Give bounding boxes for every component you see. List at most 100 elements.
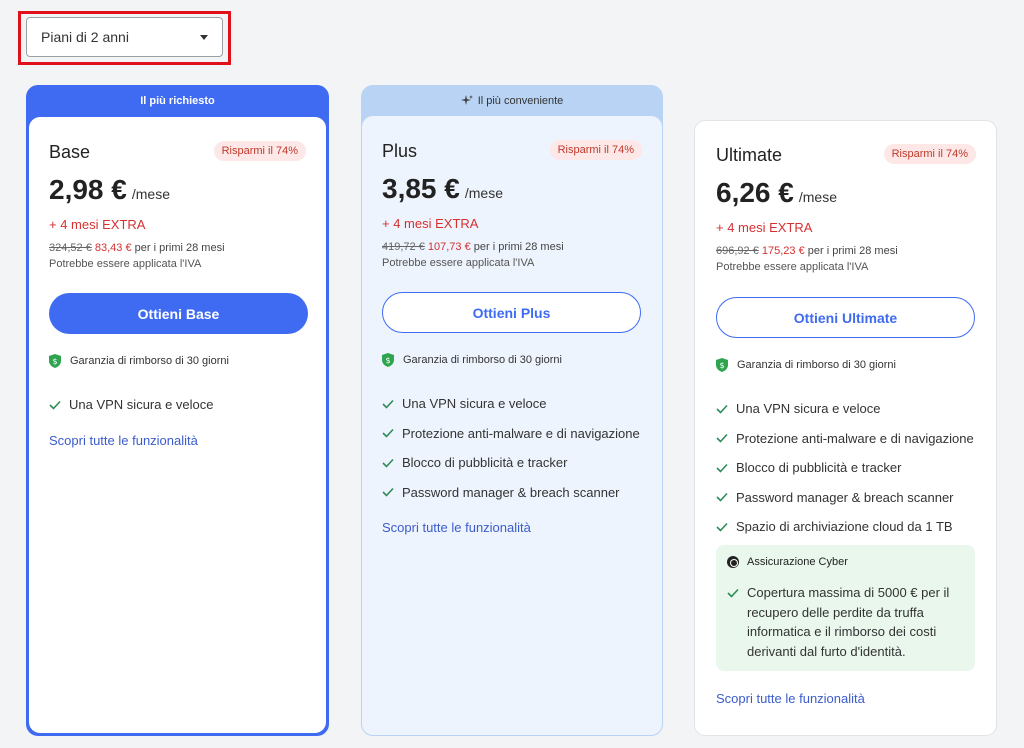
- insurance-badge-icon: [727, 556, 739, 568]
- cyber-text: Copertura massima di 5000 € per il recup…: [747, 585, 950, 659]
- guarantee-text: Garanzia di rimborso di 30 giorni: [737, 359, 896, 371]
- feature-item: Password manager & breach scanner: [716, 483, 974, 513]
- check-icon: [727, 588, 739, 598]
- old-total: 696,92 €: [716, 245, 759, 257]
- check-icon: [382, 429, 394, 438]
- plan-price: 2,98 € /mese: [49, 174, 170, 206]
- feature-text: Una VPN sicura e veloce: [736, 401, 881, 417]
- feature-list: Una VPN sicura e veloce: [49, 390, 214, 420]
- feature-item: Password manager & breach scanner: [382, 478, 640, 508]
- plan-header-label: Il più richiesto: [140, 95, 215, 107]
- savings-badge: Risparmi il 74%: [883, 144, 976, 164]
- total-price: 696,92 € 175,23 € per i primi 28 mesi: [716, 245, 898, 257]
- feature-item: Blocco di pubblicità e tracker: [382, 448, 640, 478]
- plan-name: Plus: [382, 141, 418, 161]
- money-back-guarantee: $ Garanzia di rimborso di 30 giorni: [382, 353, 562, 367]
- vat-note: Potrebbe essere applicata l'IVA: [49, 258, 202, 270]
- feature-item: Protezione anti-malware e di navigazione: [382, 419, 640, 449]
- price-amount: 2,98 €: [49, 174, 127, 205]
- cyber-insurance-title: Assicurazione Cyber: [727, 556, 848, 568]
- price-unit: /mese: [131, 186, 170, 202]
- extra-months: + 4 mesi EXTRA: [382, 216, 479, 231]
- guarantee-text: Garanzia di rimborso di 30 giorni: [403, 354, 562, 366]
- shield-icon: $: [382, 353, 394, 367]
- feature-text: Protezione anti-malware e di navigazione: [736, 430, 974, 446]
- savings-badge: Risparmi il 74%: [213, 141, 306, 161]
- svg-text:$: $: [52, 357, 57, 366]
- check-icon: [716, 522, 728, 532]
- feature-item: Protezione anti-malware e di navigazione: [716, 424, 974, 454]
- check-icon: [382, 399, 394, 409]
- feature-list: Una VPN sicura e veloce Protezione anti-…: [716, 394, 974, 542]
- check-icon: [716, 463, 728, 473]
- plan-price: 3,85 € /mese: [382, 173, 503, 205]
- plan-name: Base: [49, 142, 91, 162]
- svg-text:$: $: [719, 361, 724, 370]
- chevron-down-icon: [200, 34, 208, 40]
- plan-header-label: Il più conveniente: [477, 94, 564, 107]
- cyber-title-text: Assicurazione Cyber: [747, 556, 848, 568]
- feature-list: Una VPN sicura e veloce Protezione anti-…: [382, 389, 640, 507]
- svg-text:$: $: [385, 356, 390, 365]
- money-back-guarantee: $ Garanzia di rimborso di 30 giorni: [49, 354, 229, 368]
- savings-badge: Risparmi il 74%: [549, 140, 642, 160]
- price-unit: /mese: [798, 189, 837, 205]
- price-unit: /mese: [464, 185, 503, 201]
- check-icon: [49, 400, 61, 410]
- feature-item: Una VPN sicura e veloce: [382, 389, 640, 419]
- price-amount: 3,85 €: [382, 173, 460, 204]
- shield-icon: $: [49, 354, 61, 368]
- check-icon: [716, 434, 728, 443]
- feature-text: Protezione anti-malware e di navigazione: [402, 425, 640, 441]
- guarantee-text: Garanzia di rimborso di 30 giorni: [70, 355, 229, 367]
- feature-text: Spazio di archiviazione cloud da 1 TB: [736, 519, 953, 535]
- feature-item: Una VPN sicura e veloce: [716, 394, 974, 424]
- feature-item: Una VPN sicura e veloce: [49, 390, 214, 420]
- period-select-value: Piani di 2 anni: [41, 29, 129, 45]
- feature-text: Una VPN sicura e veloce: [69, 397, 214, 413]
- feature-item: Blocco di pubblicità e tracker: [716, 453, 974, 483]
- see-all-features-link[interactable]: Scopri tutte le funzionalità: [382, 520, 531, 535]
- feature-text: Password manager & breach scanner: [736, 489, 954, 505]
- plan-header-plus: Il più conveniente: [361, 85, 663, 116]
- feature-text: Password manager & breach scanner: [402, 484, 620, 500]
- plan-price: 6,26 € /mese: [716, 177, 837, 209]
- check-icon: [382, 488, 394, 497]
- vat-note: Potrebbe essere applicata l'IVA: [716, 261, 869, 273]
- total-suffix: per i primi 28 mesi: [807, 245, 898, 257]
- feature-text: Una VPN sicura e veloce: [402, 396, 547, 412]
- feature-text: Blocco di pubblicità e tracker: [402, 455, 568, 471]
- total-price: 324,52 € 83,43 € per i primi 28 mesi: [49, 242, 225, 254]
- extra-months: + 4 mesi EXTRA: [716, 220, 813, 235]
- feature-item: Spazio di archiviazione cloud da 1 TB: [716, 512, 974, 542]
- period-select[interactable]: Piani di 2 anni: [26, 17, 223, 57]
- cyber-insurance-description: Copertura massima di 5000 € per il recup…: [727, 583, 967, 661]
- extra-months: + 4 mesi EXTRA: [49, 217, 146, 232]
- new-total: 107,73 €: [427, 241, 471, 253]
- check-icon: [716, 493, 728, 502]
- plan-name: Ultimate: [716, 145, 783, 165]
- new-total: 175,23 €: [761, 245, 805, 257]
- see-all-features-link[interactable]: Scopri tutte le funzionalità: [49, 433, 198, 448]
- vat-note: Potrebbe essere applicata l'IVA: [382, 257, 535, 269]
- get-ultimate-button[interactable]: Ottieni Ultimate: [716, 297, 975, 338]
- plan-card-plus: Il più conveniente Plus Risparmi il 74% …: [361, 85, 663, 736]
- see-all-features-link[interactable]: Scopri tutte le funzionalità: [716, 691, 865, 706]
- total-suffix: per i primi 28 mesi: [473, 241, 564, 253]
- feature-text: Blocco di pubblicità e tracker: [736, 460, 902, 476]
- price-amount: 6,26 €: [716, 177, 794, 208]
- cyber-insurance-box: Assicurazione Cyber Copertura massima di…: [716, 545, 975, 671]
- get-plus-button[interactable]: Ottieni Plus: [382, 292, 641, 333]
- shield-icon: $: [716, 358, 728, 372]
- plan-header-base: Il più richiesto: [26, 85, 329, 117]
- check-icon: [716, 404, 728, 414]
- plan-card-base: Il più richiesto Base Risparmi il 74% 2,…: [26, 85, 329, 736]
- old-total: 419,72 €: [382, 241, 425, 253]
- total-price: 419,72 € 107,73 € per i primi 28 mesi: [382, 241, 564, 253]
- check-icon: [382, 458, 394, 468]
- new-total: 83,43 €: [94, 242, 132, 254]
- sparkle-icon: [460, 94, 473, 105]
- get-base-button[interactable]: Ottieni Base: [49, 293, 308, 334]
- old-total: 324,52 €: [49, 242, 92, 254]
- plan-card-ultimate: Ultimate Risparmi il 74% 6,26 € /mese + …: [694, 120, 997, 736]
